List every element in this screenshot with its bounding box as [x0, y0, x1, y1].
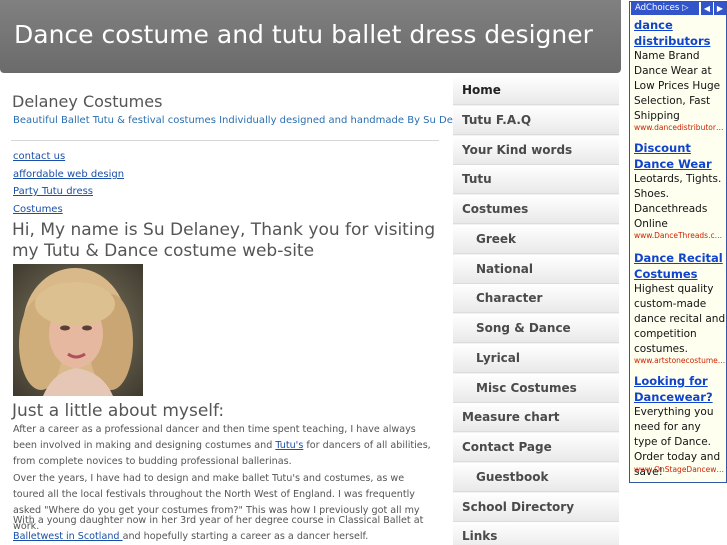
page: Dance costume and tutu ballet dress desi…	[0, 0, 727, 545]
nav-item-your-kind-words[interactable]: Your Kind words	[453, 136, 619, 165]
nav-item-home[interactable]: Home	[453, 76, 619, 105]
nav-item-contact-page[interactable]: Contact Page	[453, 433, 619, 462]
ad-title[interactable]: Discount Dance Wear	[634, 140, 726, 172]
ad-title[interactable]: dance distributors	[634, 17, 726, 49]
paragraph-career: After a career as a professional dancer …	[13, 422, 433, 470]
ad-body: Name Brand Dance Wear at Low Prices Huge…	[634, 50, 721, 122]
site-name[interactable]: Delaney Costumes	[12, 92, 162, 111]
ad-url[interactable]: www.dancedistributors.com	[634, 123, 726, 132]
ad-sidebar: AdChoices ▷ ◀ ▶ dance distributors Name …	[629, 1, 727, 483]
nav-item-costumes[interactable]: Costumes	[453, 195, 619, 224]
ad-body: Leotards, Tights. Shoes. Dancethreads On…	[634, 173, 722, 230]
adchoices-text: AdChoices	[635, 3, 680, 13]
ad-url[interactable]: www.artstonecostumes.com	[634, 356, 726, 365]
link-tutus[interactable]: Tutu's	[275, 440, 303, 451]
nav-item-character[interactable]: Character	[453, 284, 619, 313]
nav-item-lyrical[interactable]: Lyrical	[453, 344, 619, 373]
nav-item-song-dance[interactable]: Song & Dance	[453, 314, 619, 343]
paragraph-text: With a young daughter now in her 3rd yea…	[13, 515, 424, 526]
paragraph-text: and hopefully starting a career as a dan…	[122, 531, 369, 542]
nav-item-tutu[interactable]: Tutu	[453, 165, 619, 194]
ad-title[interactable]: Dance Recital Costumes	[634, 250, 726, 282]
nav-item-misc-costumes[interactable]: Misc Costumes	[453, 374, 619, 403]
ad-title[interactable]: Looking for Dancewear?	[634, 373, 726, 405]
nav-item-measure-chart[interactable]: Measure chart	[453, 403, 619, 432]
link-balletwest[interactable]: Balletwest in Scotland	[13, 531, 123, 542]
divider	[11, 140, 439, 141]
ad-previous-icon[interactable]: ◀	[701, 2, 713, 15]
ad-url[interactable]: www.OnStageDancewear.com	[634, 465, 726, 474]
adchoices-bar[interactable]: AdChoices ▷ ◀ ▶	[630, 2, 726, 15]
ad-next-icon[interactable]: ▶	[714, 2, 726, 15]
welcome-heading: Hi, My name is Su Delaney, Thank you for…	[12, 220, 436, 261]
page-title: Dance costume and tutu ballet dress desi…	[14, 20, 593, 49]
site-tagline: Beautiful Ballet Tutu & festival costume…	[13, 115, 493, 126]
link-affordable-web-design[interactable]: affordable web design	[13, 169, 124, 180]
paragraph-daughter: With a young daughter now in her 3rd yea…	[13, 513, 433, 545]
adchoices-label[interactable]: AdChoices ▷	[631, 2, 699, 15]
nav-item-guestbook[interactable]: Guestbook	[453, 463, 619, 492]
link-contact-us[interactable]: contact us	[13, 151, 65, 162]
nav-item-school-directory[interactable]: School Directory	[453, 493, 619, 522]
side-navigation: Home Tutu F.A.Q Your Kind words Tutu Cos…	[453, 76, 619, 545]
portrait-photo	[13, 264, 143, 396]
adchoices-icon: ▷	[681, 3, 689, 13]
link-costumes[interactable]: Costumes	[13, 204, 63, 215]
about-heading: Just a little about myself:	[12, 401, 225, 421]
nav-item-national[interactable]: National	[453, 255, 619, 284]
link-party-tutu-dress[interactable]: Party Tutu dress	[13, 186, 93, 197]
header-banner: Dance costume and tutu ballet dress desi…	[0, 0, 621, 73]
nav-item-greek[interactable]: Greek	[453, 225, 619, 254]
ad-body: Highest quality custom-made dance recita…	[634, 283, 726, 355]
nav-item-links[interactable]: Links	[453, 522, 619, 545]
main-content: Delaney Costumes Beautiful Ballet Tutu &…	[0, 75, 493, 545]
nav-item-tutu-faq[interactable]: Tutu F.A.Q	[453, 106, 619, 135]
ad-url[interactable]: www.DanceThreads.com	[634, 231, 726, 240]
